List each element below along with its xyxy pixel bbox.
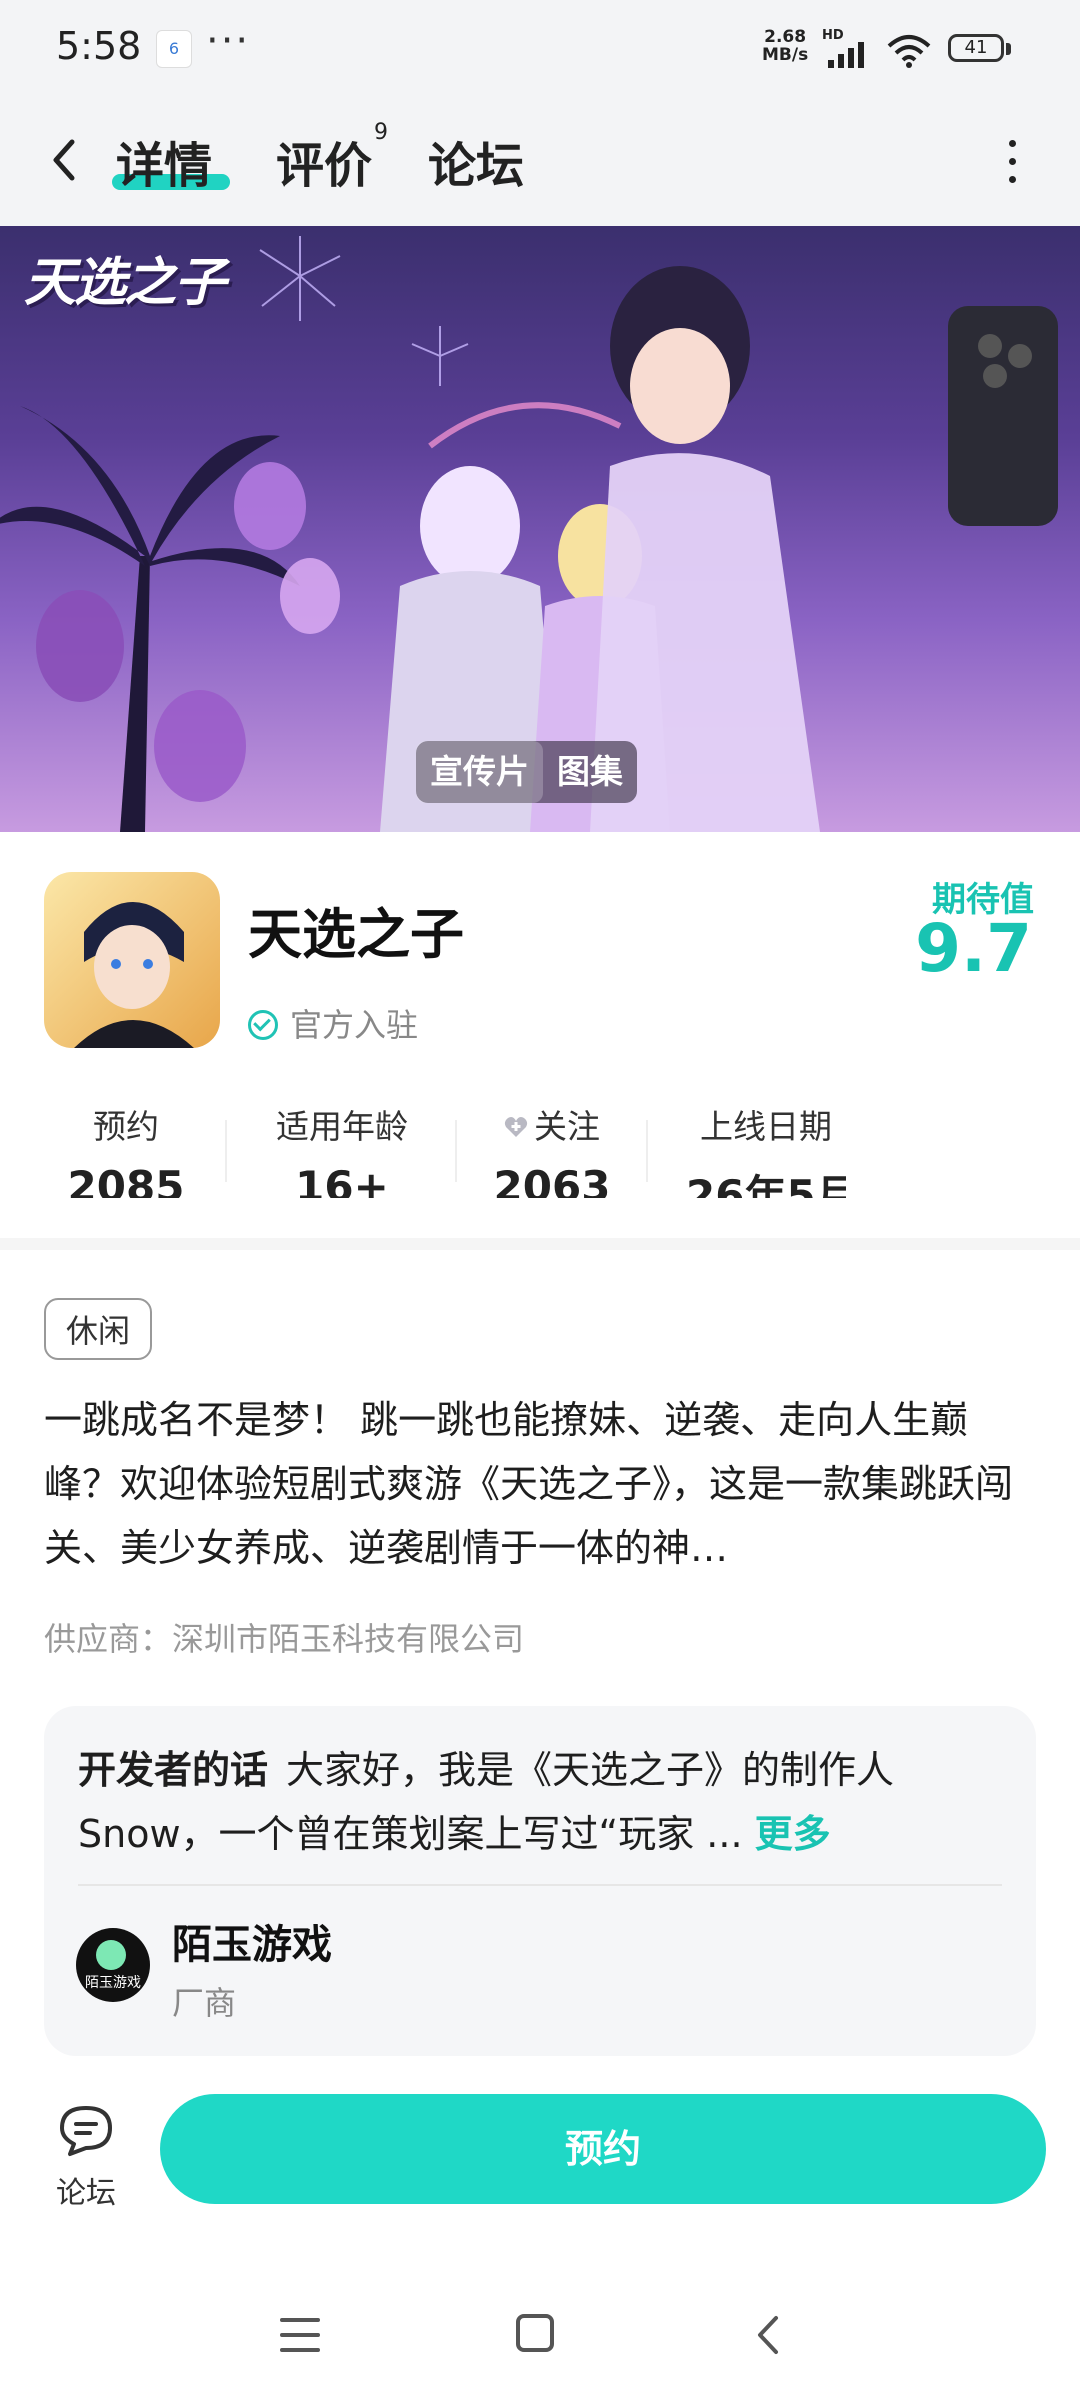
hd-indicator: HD — [822, 28, 844, 43]
developer-message: 开发者的话 大家好，我是《天选之子》的制作人Snow，一个曾在策划案上写过“玩家 … — [78, 1738, 1008, 1866]
network-speed-value: 2.68 — [764, 27, 807, 47]
system-back-icon[interactable] — [748, 2310, 788, 2360]
stat-label: 关注 — [534, 1107, 600, 1146]
more-options-icon[interactable] — [1000, 140, 1024, 194]
review-count-badge: 9 — [374, 120, 388, 145]
stat-label-wrap: 关注 — [490, 1100, 614, 1148]
developer-name[interactable]: 陌玉游戏 — [172, 1912, 332, 1970]
stat-age: 适用年龄 16+ — [262, 1100, 422, 1198]
stat-value: 2085 — [67, 1162, 185, 1198]
recent-apps-icon[interactable] — [280, 2318, 320, 2354]
stats-row: 预约 2085 适用年龄 16+ 关注 2063 上线日期 26年5月 — [0, 1100, 1080, 1200]
system-nav-bar — [0, 2290, 1080, 2400]
section-divider — [0, 1238, 1080, 1250]
developer-message-label: 开发者的话 — [78, 1748, 269, 1792]
developer-role: 厂商 — [172, 1984, 237, 2022]
app-icon — [44, 872, 220, 1048]
trailer-chip[interactable]: 宣传片 — [416, 741, 543, 803]
stat-label: 预约 — [93, 1107, 159, 1146]
divider — [455, 1120, 457, 1182]
app-name: 天选之子 — [248, 903, 464, 966]
divider — [78, 1884, 1002, 1886]
app-notification-icon: 6 — [156, 30, 192, 68]
verified-check-icon — [248, 1010, 278, 1040]
network-speed: 2.68 MB/s — [762, 28, 808, 64]
stat-reservations: 预约 2085 — [66, 1100, 186, 1198]
stat-value: 16+ — [295, 1162, 389, 1198]
promo-banner[interactable]: 天选之子 宣传片 图集 — [0, 226, 1080, 832]
stat-label: 适用年龄 — [276, 1107, 408, 1146]
forum-button[interactable]: 论坛 — [50, 2102, 122, 2212]
official-label: 官方入驻 — [290, 1006, 419, 1044]
stat-value: 26年5月 — [686, 1171, 846, 1198]
wifi-icon — [887, 35, 931, 68]
back-arrow-icon[interactable] — [44, 130, 84, 190]
home-icon[interactable] — [516, 2314, 554, 2352]
tab-reviews-label: 评价 — [276, 138, 373, 194]
reserve-button[interactable]: 预约 — [160, 2094, 1046, 2204]
tab-forum-label: 论坛 — [428, 138, 525, 194]
tab-forum[interactable]: 论坛 — [428, 126, 524, 196]
developer-card[interactable]: 开发者的话 大家好，我是《天选之子》的制作人Snow，一个曾在策划案上写过“玩家 … — [44, 1706, 1036, 2056]
more-notifications-icon: ··· — [206, 18, 251, 64]
heart-add-icon — [504, 1117, 528, 1137]
media-switch: 宣传片 图集 — [416, 741, 637, 803]
divider — [646, 1120, 648, 1182]
developer-logo[interactable]: 陌玉游戏 — [76, 1928, 150, 2002]
stat-value: 2063 — [493, 1162, 611, 1198]
network-speed-unit: MB/s — [762, 45, 809, 65]
stat-followers[interactable]: 关注 2063 — [490, 1100, 614, 1198]
game-logo: 天选之子 — [24, 253, 226, 313]
developer-logo-text: 陌玉游戏 — [85, 1975, 141, 1991]
stat-release-date: 上线日期 26年5月 — [686, 1100, 846, 1198]
official-badge: 官方入驻 — [248, 1000, 418, 1046]
gallery-chip[interactable]: 图集 — [543, 741, 637, 803]
battery-icon: 41 — [948, 34, 1014, 66]
divider — [225, 1120, 227, 1182]
stat-label: 上线日期 — [700, 1107, 832, 1146]
status-time: 5:58 — [56, 24, 142, 68]
signal-icon — [828, 42, 864, 68]
top-nav: 详情 评价 9 论坛 — [0, 100, 1080, 226]
tab-reviews[interactable]: 评价 9 — [276, 120, 388, 196]
expectation-score: 9.7 — [915, 910, 1032, 987]
tab-details[interactable]: 详情 — [112, 126, 230, 196]
forum-button-label: 论坛 — [56, 2176, 116, 2211]
status-bar: 5:58 6 ··· 2.68 MB/s HD 41 — [0, 0, 1080, 100]
more-link[interactable]: 更多 — [755, 1812, 831, 1856]
battery-level: 41 — [948, 34, 1004, 62]
game-description[interactable]: 一跳成名不是梦！ 跳一跳也能撩妹、逆袭、走向人生巅峰？欢迎体验短剧式爽游《天选之… — [44, 1388, 1038, 1580]
supplier-info: 供应商：深圳市陌玉科技有限公司 — [44, 1620, 525, 1658]
tab-details-label: 详情 — [116, 138, 213, 194]
forum-chat-icon — [60, 2106, 112, 2156]
genre-tag[interactable]: 休闲 — [44, 1298, 153, 1360]
